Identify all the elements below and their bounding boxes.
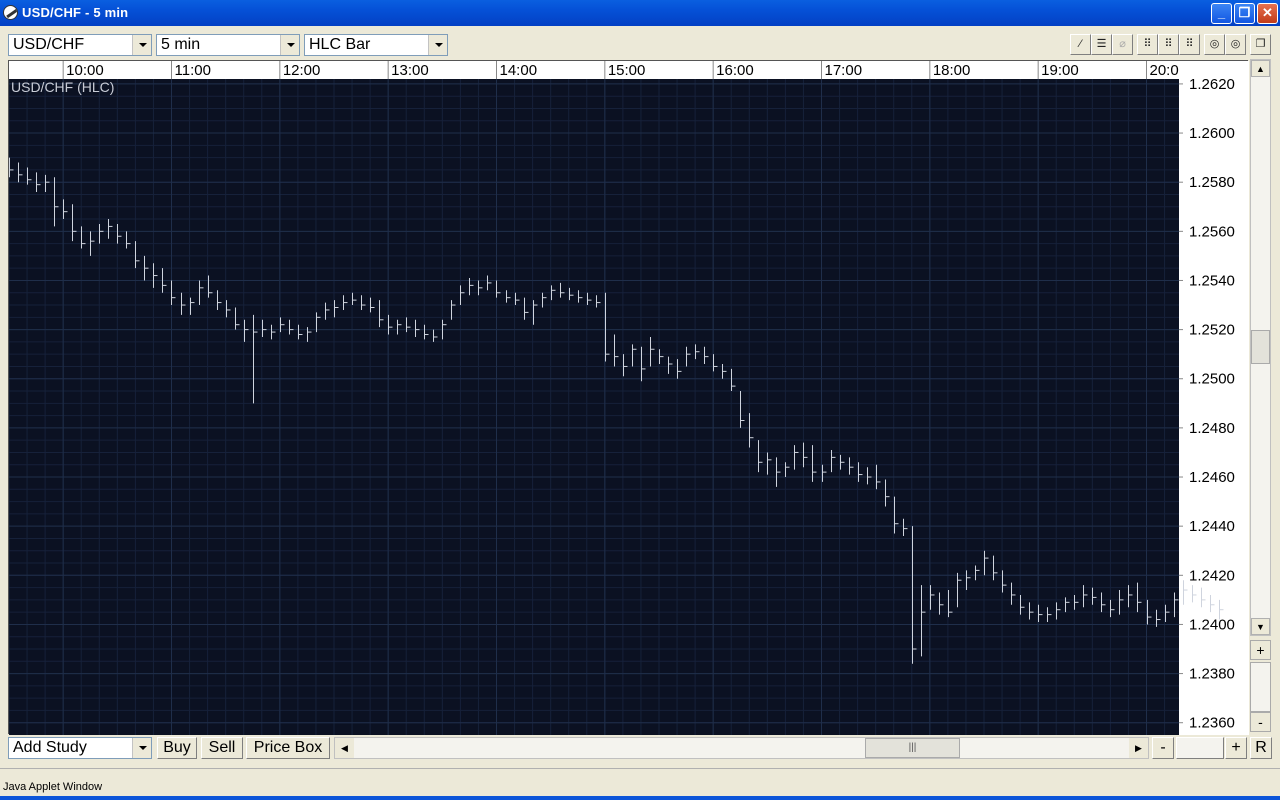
grid-icon: ⠿	[1185, 38, 1194, 50]
zoom-icon: ◎	[1209, 38, 1220, 50]
fibonacci-tool[interactable]: ☰	[1091, 34, 1112, 55]
close-button[interactable]: ✕	[1257, 3, 1278, 24]
bottom-toolbar: Add Study Buy Sell Price Box ◀ ||| ▶ - +…	[0, 735, 1280, 763]
symbol-value: USD/CHF	[13, 36, 85, 53]
price-tick-label: 1.2540	[1189, 272, 1235, 289]
time-tick-label: 19:00	[1041, 62, 1079, 79]
window-icon: ❐	[1255, 38, 1266, 50]
grid-icon: ⠿	[1143, 38, 1152, 50]
lines-icon: ☰	[1096, 38, 1107, 50]
zoom-out-button[interactable]: -	[1152, 737, 1174, 759]
vertical-zoom-out-button[interactable]: -	[1250, 712, 1271, 732]
scroll-up-icon[interactable]: ▲	[1251, 60, 1270, 77]
price-tick-label: 1.2420	[1189, 567, 1235, 584]
symbol-select[interactable]: USD/CHF	[8, 34, 152, 56]
grid-icon: ⠿	[1164, 38, 1173, 50]
time-tick-label: 17:00	[825, 62, 863, 79]
status-bar: Java Applet Window	[0, 768, 1280, 796]
scroll-thumb[interactable]	[1251, 330, 1270, 364]
price-box-button[interactable]: Price Box	[246, 737, 330, 759]
scroll-left-icon[interactable]: ◀	[335, 738, 354, 758]
draw-line-tool[interactable]: ⁄	[1070, 34, 1091, 55]
chart-type-value: HLC Bar	[309, 36, 371, 53]
time-tick-label: 11:00	[175, 62, 211, 79]
horizontal-scrollbar[interactable]: ◀ ||| ▶	[334, 737, 1149, 759]
eraser-icon: ⌀	[1119, 38, 1126, 50]
applet-window: USD/CHF - 5 min _ ❐ ✕ USD/CHF 5 min HLC …	[0, 0, 1280, 800]
price-tick-label: 1.2360	[1189, 715, 1235, 732]
title-bar: USD/CHF - 5 min _ ❐ ✕	[0, 0, 1280, 26]
time-tick-label: 10:00	[66, 62, 104, 79]
price-tick-label: 1.2440	[1189, 518, 1235, 535]
add-study-select[interactable]: Add Study	[8, 737, 152, 759]
vertical-zoom-in-button[interactable]: +	[1250, 640, 1271, 660]
zoom-track[interactable]	[1176, 737, 1224, 759]
zoom-in-button[interactable]: +	[1225, 737, 1247, 759]
time-tick-label: 15:00	[608, 62, 646, 79]
minimize-button[interactable]: _	[1211, 3, 1232, 24]
price-tick-label: 1.2500	[1189, 371, 1235, 388]
reset-button[interactable]: R	[1250, 737, 1272, 759]
price-tick-label: 1.2520	[1189, 322, 1235, 339]
price-tick-label: 1.2580	[1189, 174, 1235, 191]
zoom-icon: ◎	[1230, 38, 1241, 50]
chart-svg: 10:00 11:00 12:00 13:00 14:00 15:00 16:00 17:00…	[9, 61, 1249, 735]
scroll-right-icon[interactable]: ▶	[1129, 738, 1148, 758]
price-tick-label: 1.2620	[1189, 76, 1235, 93]
interval-value: 5 min	[161, 36, 201, 53]
price-tick-label: 1.2600	[1189, 125, 1235, 142]
price-axis-background	[1179, 61, 1249, 735]
hscroll-thumb[interactable]: |||	[865, 738, 960, 758]
detach-window-button[interactable]: ❐	[1250, 34, 1271, 55]
chart-type-select[interactable]: HLC Bar	[304, 34, 448, 56]
plot-background	[9, 61, 1179, 735]
time-tick-label: 16:00	[716, 62, 754, 79]
eraser-tool[interactable]: ⌀	[1112, 34, 1133, 55]
grid-tool-1[interactable]: ⠿	[1137, 34, 1158, 55]
restore-button[interactable]: ❐	[1234, 3, 1255, 24]
chevron-down-icon[interactable]	[132, 35, 151, 55]
time-tick-label: 13:00	[391, 62, 429, 79]
app-icon	[3, 5, 18, 20]
chevron-down-icon[interactable]	[280, 35, 299, 55]
chart-title: USD/CHF (HLC)	[11, 79, 114, 95]
interval-select[interactable]: 5 min	[156, 34, 300, 56]
grid-tool-3[interactable]: ⠿	[1179, 34, 1200, 55]
window-title: USD/CHF - 5 min	[22, 5, 129, 20]
time-tick-label: 18:00	[933, 62, 971, 79]
price-tick-label: 1.2480	[1189, 420, 1235, 437]
line-icon: ⁄	[1079, 38, 1082, 50]
grid-tool-2[interactable]: ⠿	[1158, 34, 1179, 55]
add-study-value: Add Study	[13, 739, 87, 756]
price-chart[interactable]: 10:00 11:00 12:00 13:00 14:00 15:00 16:00 17:00…	[8, 60, 1249, 735]
chevron-down-icon[interactable]	[428, 35, 447, 55]
status-text: Java Applet Window	[3, 781, 103, 793]
taskbar-strip	[0, 796, 1280, 800]
time-tick-label: 14:00	[500, 62, 538, 79]
toolbar: USD/CHF 5 min HLC Bar ⁄ ☰ ⌀ ⠿ ⠿ ⠿ ◎ ◎ ❐	[0, 26, 1280, 60]
time-tick-label: 12:00	[283, 62, 321, 79]
zoom-tool-1[interactable]: ◎	[1204, 34, 1225, 55]
sell-button[interactable]: Sell	[201, 737, 243, 759]
chevron-down-icon[interactable]	[132, 738, 151, 758]
price-tick-label: 1.2560	[1189, 223, 1235, 240]
vertical-zoom-track[interactable]	[1250, 662, 1271, 712]
price-tick-label: 1.2400	[1189, 616, 1235, 633]
scroll-down-icon[interactable]: ▼	[1251, 618, 1270, 635]
price-tick-label: 1.2460	[1189, 469, 1235, 486]
vertical-scrollbar[interactable]: ▲ ▼	[1250, 59, 1271, 636]
buy-button[interactable]: Buy	[157, 737, 197, 759]
price-tick-label: 1.2380	[1189, 666, 1235, 683]
zoom-tool-2[interactable]: ◎	[1225, 34, 1246, 55]
